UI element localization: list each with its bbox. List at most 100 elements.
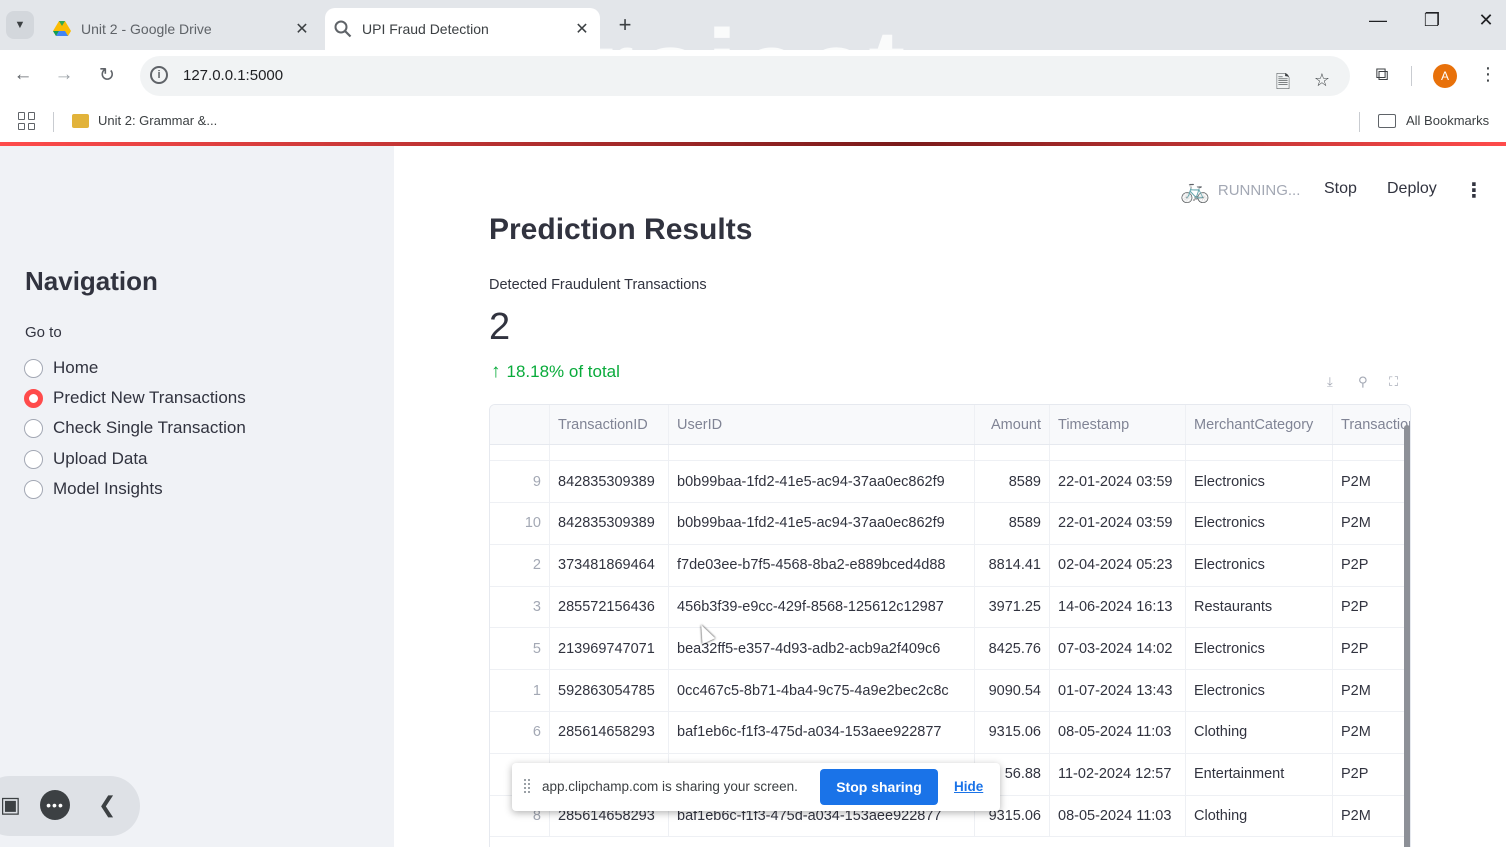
- tab-upi-fraud-detection[interactable]: UPI Fraud Detection ✕: [325, 8, 600, 50]
- column-header-amount[interactable]: Amount: [975, 405, 1050, 444]
- cell-merchantcategory[interactable]: Electronics: [1186, 502, 1333, 544]
- url-text[interactable]: 127.0.0.1:5000: [183, 67, 283, 84]
- minimize-icon[interactable]: —: [1363, 10, 1393, 31]
- site-info-icon[interactable]: i: [150, 66, 168, 84]
- cell-merchantcategory[interactable]: Electronics: [1186, 670, 1333, 711]
- browser-menu-icon[interactable]: ⋮: [1476, 64, 1500, 85]
- row-index[interactable]: 3: [490, 586, 550, 628]
- radio-circle[interactable]: [24, 358, 43, 378]
- table-row[interactable]: 5 213969747071 bea32ff5-e357-4d93-adb2-acb…: [490, 628, 1410, 671]
- cell-merchantcategory[interactable]: Electronics: [1186, 628, 1333, 670]
- cell-transactiontype[interactable]: P2P: [1333, 754, 1410, 795]
- main-menu-icon[interactable]: ⋮: [1464, 178, 1484, 203]
- all-bookmarks-button[interactable]: All Bookmarks: [1378, 113, 1489, 128]
- cell-timestamp[interactable]: 11-02-2024 12:57: [1050, 753, 1186, 795]
- cell-timestamp[interactable]: 02-04-2024 05:23: [1050, 544, 1186, 586]
- row-index[interactable]: 6: [490, 711, 550, 753]
- cell-transactionid[interactable]: 285614658293: [550, 711, 669, 753]
- stop-sharing-button[interactable]: Stop sharing: [820, 769, 938, 805]
- profile-avatar[interactable]: A: [1433, 64, 1457, 88]
- cell-userid[interactable]: 0cc467c5-8b71-4ba4-9c75-4a9e2bec2c8c: [669, 670, 975, 711]
- column-header-transactionid[interactable]: TransactionID: [550, 405, 669, 444]
- row-index[interactable]: 10: [490, 502, 550, 544]
- cell-timestamp[interactable]: 22-01-2024 03:59: [1050, 461, 1186, 502]
- row-index[interactable]: 1: [490, 670, 550, 711]
- drag-handle-icon[interactable]: [524, 779, 530, 793]
- cell-transactionid[interactable]: 373481869464: [550, 544, 669, 586]
- cell-transactiontype[interactable]: P2M: [1333, 461, 1410, 502]
- cell-transactiontype[interactable]: P2P: [1333, 628, 1410, 669]
- cell-userid[interactable]: bea32ff5-e357-4d93-adb2-acb9a2f409c6: [669, 628, 975, 670]
- cell-merchantcategory[interactable]: Clothing: [1186, 795, 1333, 837]
- cell-timestamp[interactable]: 01-07-2024 13:43: [1050, 670, 1186, 711]
- cell-transactionid[interactable]: 842835309389: [550, 502, 669, 544]
- close-icon[interactable]: ✕: [290, 19, 314, 39]
- hide-button[interactable]: Hide: [954, 779, 983, 794]
- cell-timestamp[interactable]: 14-06-2024 16:13: [1050, 586, 1186, 628]
- reload-icon[interactable]: ↻: [94, 64, 120, 87]
- column-header-timestamp[interactable]: Timestamp: [1050, 405, 1186, 444]
- radio-circle[interactable]: [24, 449, 43, 469]
- cell-transactiontype[interactable]: P2P: [1333, 586, 1410, 627]
- cell-timestamp[interactable]: 08-05-2024 11:03: [1050, 711, 1186, 753]
- cell-amount[interactable]: 9090.54: [975, 670, 1050, 711]
- table-row[interactable]: 9 842835309389 b0b99baa-1fd2-41e5-ac94-37a…: [490, 461, 1410, 503]
- cell-timestamp[interactable]: 08-05-2024 11:03: [1050, 795, 1186, 837]
- cell-transactiontype[interactable]: P2P: [1333, 545, 1410, 586]
- cell-merchantcategory[interactable]: Entertainment: [1186, 753, 1333, 795]
- table-row[interactable]: 2 373481869464 f7de03ee-b7f5-4568-8ba2-e88…: [490, 544, 1410, 587]
- new-tab-button[interactable]: +: [612, 12, 638, 38]
- extensions-icon[interactable]: ⧉: [1370, 64, 1394, 85]
- table-search-icon[interactable]: ⚲: [1358, 374, 1368, 390]
- cell-amount[interactable]: 8425.76: [975, 628, 1050, 670]
- radio-circle[interactable]: [24, 479, 43, 499]
- close-icon[interactable]: ✕: [570, 19, 594, 39]
- row-index[interactable]: 5: [490, 628, 550, 670]
- radio-model-insights[interactable]: Model Insights: [24, 479, 163, 499]
- cell-transactionid[interactable]: 213969747071: [550, 628, 669, 670]
- download-icon[interactable]: ⤓: [1327, 374, 1333, 390]
- cell-transactionid[interactable]: 592863054785: [550, 670, 669, 711]
- cell-amount[interactable]: 3971.25: [975, 586, 1050, 628]
- table-row[interactable]: 3 285572156436 456b3f39-e9cc-429f-8568-125…: [490, 586, 1410, 629]
- capture-icon[interactable]: ▣: [0, 792, 21, 818]
- radio-home[interactable]: Home: [24, 358, 98, 378]
- column-header-transactiontype[interactable]: TransactionType: [1333, 405, 1410, 444]
- deploy-button[interactable]: Deploy: [1387, 180, 1437, 198]
- cell-userid[interactable]: b0b99baa-1fd2-41e5-ac94-37aa0ec862f9: [669, 461, 975, 502]
- bookmark-star-icon[interactable]: ☆: [1310, 70, 1334, 91]
- cell-merchantcategory[interactable]: Electronics: [1186, 461, 1333, 502]
- page-icon[interactable]: 🗎: [1271, 70, 1295, 100]
- cell-transactiontype[interactable]: P2M: [1333, 670, 1410, 711]
- tab-google-drive[interactable]: Unit 2 - Google Drive ✕: [44, 8, 320, 50]
- row-index[interactable]: 9: [490, 461, 550, 502]
- row-index[interactable]: 2: [490, 544, 550, 586]
- address-bar[interactable]: i 127.0.0.1:5000 🗎 ☆: [140, 56, 1350, 96]
- cell-timestamp[interactable]: 07-03-2024 14:02: [1050, 628, 1186, 670]
- table-row[interactable]: 1 592863054785 0cc467c5-8b71-4ba4-9c75-4a9…: [490, 670, 1410, 712]
- cell-transactiontype[interactable]: P2M: [1333, 503, 1410, 544]
- table-scrollbar[interactable]: [1404, 425, 1410, 847]
- apps-grid-icon[interactable]: [18, 112, 36, 130]
- back-icon[interactable]: ←: [10, 64, 36, 86]
- cell-amount[interactable]: 8589: [975, 461, 1050, 502]
- radio-circle-selected[interactable]: [24, 388, 43, 408]
- cell-amount[interactable]: 8589: [975, 502, 1050, 544]
- table-row[interactable]: 10 842835309389 b0b99baa-1fd2-41e5-ac94-37…: [490, 502, 1410, 545]
- fullscreen-icon[interactable]: ⛶: [1389, 374, 1398, 390]
- cell-merchantcategory[interactable]: Clothing: [1186, 711, 1333, 753]
- column-header-index[interactable]: [490, 405, 550, 444]
- column-header-merchantcategory[interactable]: MerchantCategory: [1186, 405, 1333, 444]
- cell-userid[interactable]: 456b3f39-e9cc-429f-8568-125612c12987: [669, 586, 975, 628]
- bookmark-unit2-grammar[interactable]: Unit 2: Grammar &...: [72, 113, 217, 128]
- radio-circle[interactable]: [24, 418, 43, 438]
- collapse-chevron-icon[interactable]: ❮: [98, 792, 116, 818]
- more-options-icon[interactable]: •••: [40, 790, 70, 820]
- window-close-icon[interactable]: ✕: [1471, 10, 1501, 31]
- cell-merchantcategory[interactable]: Electronics: [1186, 544, 1333, 586]
- radio-upload-data[interactable]: Upload Data: [24, 449, 148, 469]
- cell-amount[interactable]: 8814.41: [975, 544, 1050, 586]
- radio-predict-new-transactions[interactable]: Predict New Transactions: [24, 388, 246, 408]
- cell-transactiontype[interactable]: P2M: [1333, 712, 1410, 753]
- forward-icon[interactable]: →: [51, 64, 77, 86]
